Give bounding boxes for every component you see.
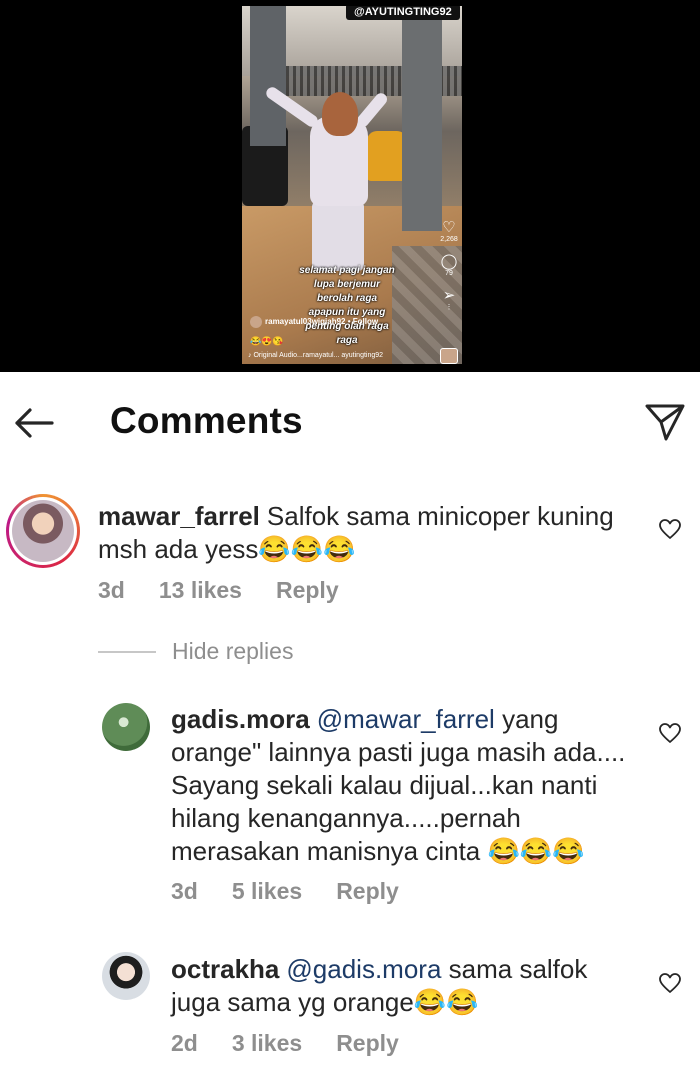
divider-line [98, 651, 156, 653]
reel-watermark-handle: @AYUTINGTING92 [346, 6, 460, 20]
comment-mention[interactable]: @gadis.mora [286, 954, 441, 984]
creator-avatar [250, 316, 262, 328]
reel-audio[interactable]: ♪ Original Audio...ramayatul... ayutingt… [248, 352, 383, 359]
reel-caption-line: raga [336, 335, 358, 346]
reel-video[interactable]: @AYUTINGTING92 selamat pagi jangan lupa … [242, 6, 462, 364]
reply-button[interactable]: Reply [276, 577, 339, 603]
comment-body: mawar_farrel Salfok sama minicoper kuning… [98, 500, 618, 566]
heart-outline-icon[interactable] [658, 518, 682, 540]
comments-header: Comments [0, 372, 700, 472]
back-button[interactable] [12, 406, 56, 440]
comment-meta: 3d 13 likes Reply [98, 577, 373, 604]
share-icon[interactable]: ➢ [438, 288, 460, 303]
comment-body: gadis.mora @mawar_farrel yang orange" lai… [171, 703, 649, 868]
comment-username[interactable]: mawar_farrel [98, 501, 260, 531]
reel-comment-count: 79 [445, 270, 453, 277]
reel-caption: selamat pagi jangan lupa berjemur berola… [272, 264, 422, 348]
creator-line: ramayatul03wigiah92 • Follow [265, 317, 379, 327]
video-preview-area: @AYUTINGTING92 selamat pagi jangan lupa … [0, 0, 700, 372]
comment-username[interactable]: octrakha [171, 954, 279, 984]
comment-time: 3d [171, 878, 198, 904]
video-person-hair [322, 92, 358, 136]
heart-outline-icon[interactable] [658, 972, 682, 994]
heart-icon[interactable]: ♡ [438, 220, 460, 235]
reel-caption-line: berolah raga [316, 293, 378, 304]
avatar[interactable] [102, 952, 150, 1000]
comment-meta: 2d 3 likes Reply [171, 1030, 433, 1057]
share-button[interactable] [644, 402, 686, 442]
reel-side-actions: ♡ 2,268 ◯ 79 ➢ ⋮ [438, 218, 460, 322]
video-yellow-car [367, 131, 407, 181]
comment-meta: 3d 5 likes Reply [171, 878, 433, 905]
comment-likes[interactable]: 5 likes [232, 878, 302, 904]
comment-time: 2d [171, 1030, 198, 1056]
more-icon[interactable]: ⋮ [438, 303, 460, 312]
comment-likes[interactable]: 3 likes [232, 1030, 302, 1056]
comment-mention[interactable]: @mawar_farrel [317, 704, 495, 734]
paper-plane-icon [645, 404, 685, 441]
arrow-left-icon [15, 408, 54, 438]
hide-replies-button[interactable]: Hide replies [172, 638, 293, 665]
reel-like-count: 2,268 [440, 236, 458, 243]
avatar[interactable] [6, 494, 80, 568]
avatar[interactable] [102, 703, 150, 751]
video-pillar-left [250, 6, 286, 146]
reply-button[interactable]: Reply [336, 878, 399, 904]
reply-button[interactable]: Reply [336, 1030, 399, 1056]
reel-caption-line: lupa berjemur [313, 279, 381, 290]
reel-caption-line: selamat pagi jangan [299, 265, 395, 276]
video-pillar [402, 6, 442, 231]
reel-creator[interactable]: ramayatul03wigiah92 • Follow [250, 316, 378, 328]
comment-time: 3d [98, 577, 125, 603]
comment-username[interactable]: gadis.mora [171, 704, 310, 734]
comment-icon[interactable]: ◯ [438, 254, 460, 269]
comment-body: octrakha @gadis.mora sama salfok juga sam… [171, 953, 641, 1019]
video-person-legs [312, 201, 364, 271]
reel-audio-text: Original Audio...ramayatul... ayutingtin… [253, 352, 384, 359]
page-title: Comments [110, 400, 303, 441]
avatar-photo [12, 500, 74, 562]
audio-thumbnail[interactable] [440, 348, 458, 364]
heart-outline-icon[interactable] [658, 722, 682, 744]
comment-likes[interactable]: 13 likes [159, 577, 242, 603]
reel-emojis: 😂😍😘 [250, 336, 284, 346]
